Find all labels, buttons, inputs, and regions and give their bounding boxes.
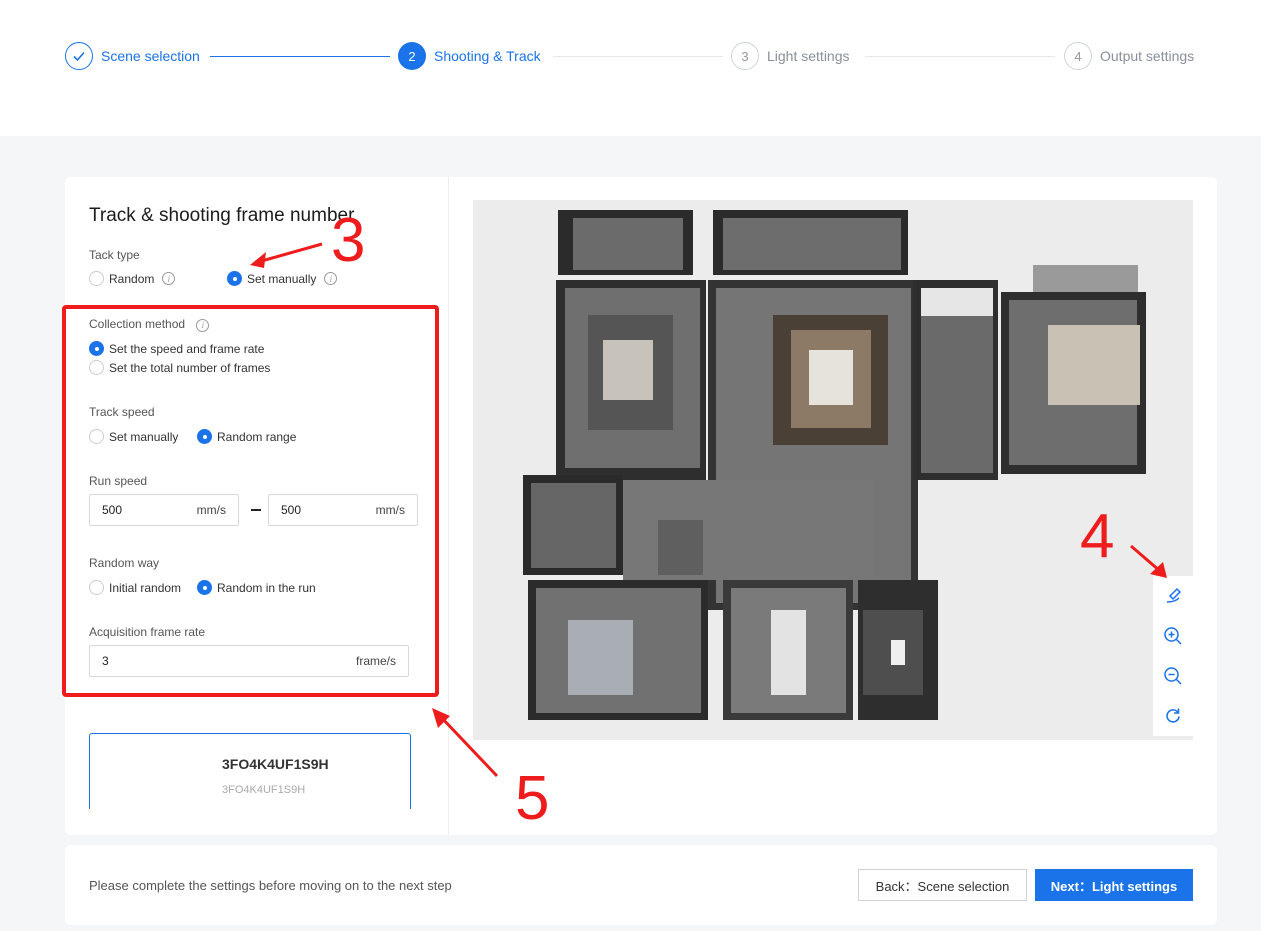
radio-label: Set the speed and frame rate xyxy=(109,341,265,356)
settings-panel: Track & shooting frame number Tack type … xyxy=(65,177,449,835)
step-label: Output settings xyxy=(1100,48,1195,64)
input-value: 3 xyxy=(102,654,109,668)
input-unit: mm/s xyxy=(196,503,226,517)
step-shooting-track[interactable]: 2 Shooting & Track xyxy=(398,42,541,70)
step-connector xyxy=(553,56,723,57)
scene-card[interactable]: 3FO4K4UF1S9H 3FO4K4UF1S9H xyxy=(89,733,411,809)
reset-icon[interactable] xyxy=(1153,696,1193,736)
info-icon[interactable]: i xyxy=(196,318,210,332)
step-label: Shooting & Track xyxy=(434,48,541,64)
check-icon xyxy=(65,42,93,70)
tack-type-set-manually[interactable]: Set manually i xyxy=(227,271,338,286)
radio-label: Random range xyxy=(217,429,297,444)
step-label: Scene selection xyxy=(101,48,200,64)
floor-plan-image xyxy=(473,200,1193,740)
run-speed-max-input[interactable]: 500 mm/s xyxy=(268,494,418,526)
step-scene-selection[interactable]: Scene selection xyxy=(65,42,200,70)
input-unit: frame/s xyxy=(355,654,396,668)
collection-speed-frame-rate[interactable]: Set the speed and frame rate xyxy=(89,341,264,356)
run-speed-min-input[interactable]: 500 mm/s xyxy=(89,494,239,526)
input-value: 500 xyxy=(102,503,123,517)
annotation-number-4: 4 xyxy=(1080,502,1115,571)
tack-type-random[interactable]: Random i xyxy=(89,271,176,286)
step-label: Light settings xyxy=(767,48,850,64)
annotation-number-5: 5 xyxy=(515,764,550,833)
track-speed-label: Track speed xyxy=(89,405,155,419)
random-way-in-run[interactable]: Random in the run xyxy=(197,580,316,595)
radio-label: Set manually xyxy=(247,271,317,286)
step-output-settings[interactable]: 4 Output settings xyxy=(1064,42,1194,70)
step-connector xyxy=(210,56,390,57)
info-icon[interactable]: i xyxy=(162,272,176,285)
step-number: 2 xyxy=(398,42,426,70)
zoom-out-icon[interactable] xyxy=(1153,656,1193,696)
footer-bar: Please complete the settings before movi… xyxy=(65,845,1217,925)
collection-method-label: Collection method i xyxy=(89,317,210,332)
radio-total-frames[interactable] xyxy=(89,360,104,375)
frame-rate-input[interactable]: 3 frame/s xyxy=(89,645,409,677)
next-button[interactable]: Next：Light settings xyxy=(1035,869,1193,901)
run-speed-label: Run speed xyxy=(89,474,148,488)
zoom-in-icon[interactable] xyxy=(1153,616,1193,656)
radio-label: Set manually xyxy=(109,429,179,444)
settings-card: Track & shooting frame number Tack type … xyxy=(65,177,1217,835)
radio-label: Random xyxy=(109,271,155,286)
input-unit: mm/s xyxy=(375,503,405,517)
range-dash xyxy=(251,509,261,511)
step-connector xyxy=(865,56,1055,57)
draw-track-icon[interactable] xyxy=(1153,576,1193,616)
scene-code-sub: 3FO4K4UF1S9H xyxy=(222,784,306,796)
step-light-settings[interactable]: 3 Light settings xyxy=(731,42,850,70)
scene-code: 3FO4K4UF1S9H xyxy=(222,756,329,772)
radio-speed-frame-rate[interactable] xyxy=(89,341,104,356)
random-way-label: Random way xyxy=(89,556,160,570)
radio-label: Random in the run xyxy=(217,580,316,595)
collection-total-frames[interactable]: Set the total number of frames xyxy=(89,360,270,375)
step-number: 3 xyxy=(731,42,759,70)
input-value: 500 xyxy=(281,503,302,517)
frame-rate-label: Acquisition frame rate xyxy=(89,625,206,639)
progress-stepper: Scene selection 2 Shooting & Track 3 Lig… xyxy=(0,0,1261,136)
radio-random[interactable] xyxy=(89,271,104,286)
back-button[interactable]: Back：Scene selection xyxy=(858,869,1027,901)
radio-set-manually[interactable] xyxy=(227,271,242,286)
radio-random-in-run[interactable] xyxy=(197,580,212,595)
radio-label: Initial random xyxy=(109,580,182,595)
annotation-number-3: 3 xyxy=(331,206,366,275)
track-speed-random-range[interactable]: Random range xyxy=(197,429,296,444)
tack-type-label: Tack type xyxy=(89,248,140,262)
step-number: 4 xyxy=(1064,42,1092,70)
track-speed-set-manually[interactable]: Set manually xyxy=(89,429,178,444)
footer-message: Please complete the settings before movi… xyxy=(89,878,452,893)
map-toolbar xyxy=(1153,576,1193,736)
radio-random-range[interactable] xyxy=(197,429,212,444)
random-way-initial[interactable]: Initial random xyxy=(89,580,181,595)
floor-plan-view[interactable] xyxy=(473,200,1193,740)
radio-track-set-manually[interactable] xyxy=(89,429,104,444)
panel-title: Track & shooting frame number xyxy=(89,205,355,226)
collection-method-text: Collection method xyxy=(89,317,186,331)
radio-initial-random[interactable] xyxy=(89,580,104,595)
radio-label: Set the total number of frames xyxy=(109,360,271,375)
